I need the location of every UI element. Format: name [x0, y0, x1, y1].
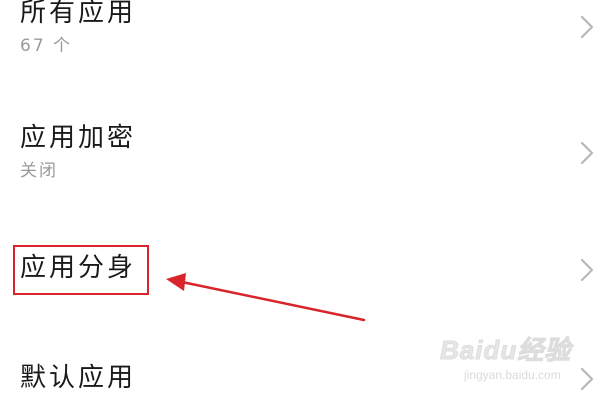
list-item-all-apps[interactable]: 所有应用 67 个 — [0, 0, 600, 80]
chevron-right-icon — [578, 257, 596, 283]
chevron-right-icon — [578, 366, 596, 392]
chevron-right-icon — [578, 140, 596, 166]
list-item-subtitle: 关闭 — [20, 161, 58, 181]
chevron-right-icon — [578, 14, 596, 40]
list-item-title: 默认应用 — [20, 363, 137, 393]
list-item-subtitle: 67 个 — [20, 36, 73, 56]
list-item-app-lock[interactable]: 应用加密 关闭 — [0, 110, 600, 200]
list-item-default-apps[interactable]: 默认应用 — [0, 350, 600, 400]
highlight-box — [13, 245, 149, 295]
list-item-title: 所有应用 — [20, 0, 137, 28]
list-item-title: 应用加密 — [20, 123, 137, 153]
settings-list: 所有应用 67 个 应用加密 关闭 应用分身 默认应用 — [0, 0, 600, 400]
